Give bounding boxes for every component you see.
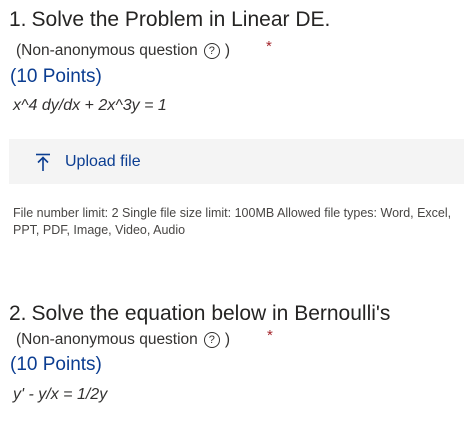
question-2-title: 2. Solve the equation below in Bernoulli'…	[9, 302, 390, 326]
help-icon[interactable]: ?	[203, 332, 220, 348]
question-1-text: Solve the Problem in Linear DE.	[31, 8, 331, 31]
question-1-title: 1. Solve the Problem in Linear DE.	[9, 8, 330, 32]
question-1-subtitle: (Non-anonymous question ? )	[16, 42, 230, 60]
upload-file-button[interactable]: Upload file	[9, 139, 464, 184]
question-1-points: (10 Points)	[10, 66, 102, 87]
upload-file-label: Upload file	[65, 152, 141, 170]
question-2-subtitle: (Non-anonymous question ? )	[16, 331, 230, 349]
question-2-points: (10 Points)	[10, 354, 102, 375]
non-anonymous-label: (Non-anonymous question	[16, 42, 198, 59]
question-2-equation: y' - y/x = 1/2y	[13, 386, 108, 403]
required-marker: *	[266, 38, 272, 55]
subtitle-close-paren: )	[224, 331, 230, 348]
file-limits-text: File number limit: 2 Single file size li…	[13, 206, 452, 237]
non-anonymous-label: (Non-anonymous question	[16, 331, 198, 348]
subtitle-close-paren: )	[224, 42, 230, 59]
upload-icon	[36, 153, 50, 171]
help-icon[interactable]: ?	[203, 43, 220, 59]
question-1-number: 1.	[9, 8, 27, 31]
question-2-text: Solve the equation below in Bernoulli's	[31, 302, 391, 325]
question-2-number: 2.	[9, 302, 27, 325]
question-1-equation: x^4 dy/dx + 2x^3y = 1	[13, 97, 167, 114]
required-marker: *	[267, 327, 273, 344]
